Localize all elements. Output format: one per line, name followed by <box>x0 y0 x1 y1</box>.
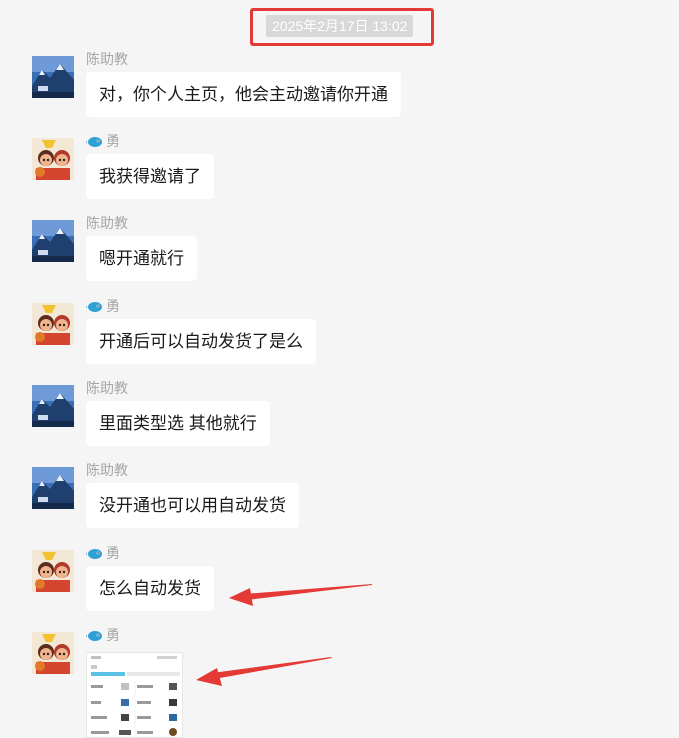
message-bubble[interactable]: 开通后可以自动发货了是么 <box>86 319 316 364</box>
fish-icon <box>86 302 102 312</box>
screenshot-thumbnail-image <box>87 653 182 737</box>
message-bubble[interactable]: 里面类型选 其他就行 <box>86 401 270 446</box>
fish-icon <box>86 137 102 147</box>
message-bubble[interactable]: 我获得邀请了 <box>86 154 214 199</box>
sender-name: 勇 <box>86 297 120 315</box>
fish-icon <box>86 631 102 641</box>
message-bubble[interactable]: 嗯开通就行 <box>86 236 197 281</box>
mountain-avatar-icon <box>32 56 74 98</box>
timestamp: 2025年2月17日 13:02 <box>266 15 414 37</box>
assistant-avatar[interactable] <box>32 220 74 262</box>
assistant-avatar[interactable] <box>32 385 74 427</box>
sender-name: 勇 <box>86 626 120 644</box>
sender-name: 陈助教 <box>86 380 128 396</box>
cartoon-avatar-icon <box>32 550 74 592</box>
user-avatar[interactable] <box>32 138 74 180</box>
cartoon-avatar-icon <box>32 632 74 674</box>
sender-name: 陈助教 <box>86 215 128 231</box>
mountain-avatar-icon <box>32 220 74 262</box>
red-arrow-2 <box>196 657 332 686</box>
assistant-avatar[interactable] <box>32 56 74 98</box>
message-bubble[interactable]: 怎么自动发货 <box>86 566 214 611</box>
sender-name: 勇 <box>86 132 120 150</box>
user-avatar[interactable] <box>32 550 74 592</box>
cartoon-avatar-icon <box>32 303 74 345</box>
message-bubble[interactable]: 对，你个人主页，他会主动邀请你开通 <box>86 72 401 117</box>
chat-history: 2025年2月17日 13:02 陈助教 对，你个人主页，他会主动邀请你开通 勇… <box>0 0 679 738</box>
user-avatar[interactable] <box>32 632 74 674</box>
sender-name: 勇 <box>86 544 120 562</box>
mountain-avatar-icon <box>32 467 74 509</box>
mountain-avatar-icon <box>32 385 74 427</box>
image-message-thumbnail[interactable] <box>86 652 183 738</box>
user-avatar[interactable] <box>32 303 74 345</box>
cartoon-avatar-icon <box>32 138 74 180</box>
sender-name: 陈助教 <box>86 51 128 67</box>
message-bubble[interactable]: 没开通也可以用自动发货 <box>86 483 299 528</box>
sender-name: 陈助教 <box>86 462 128 478</box>
fish-icon <box>86 549 102 559</box>
assistant-avatar[interactable] <box>32 467 74 509</box>
red-arrow-1 <box>229 584 372 606</box>
